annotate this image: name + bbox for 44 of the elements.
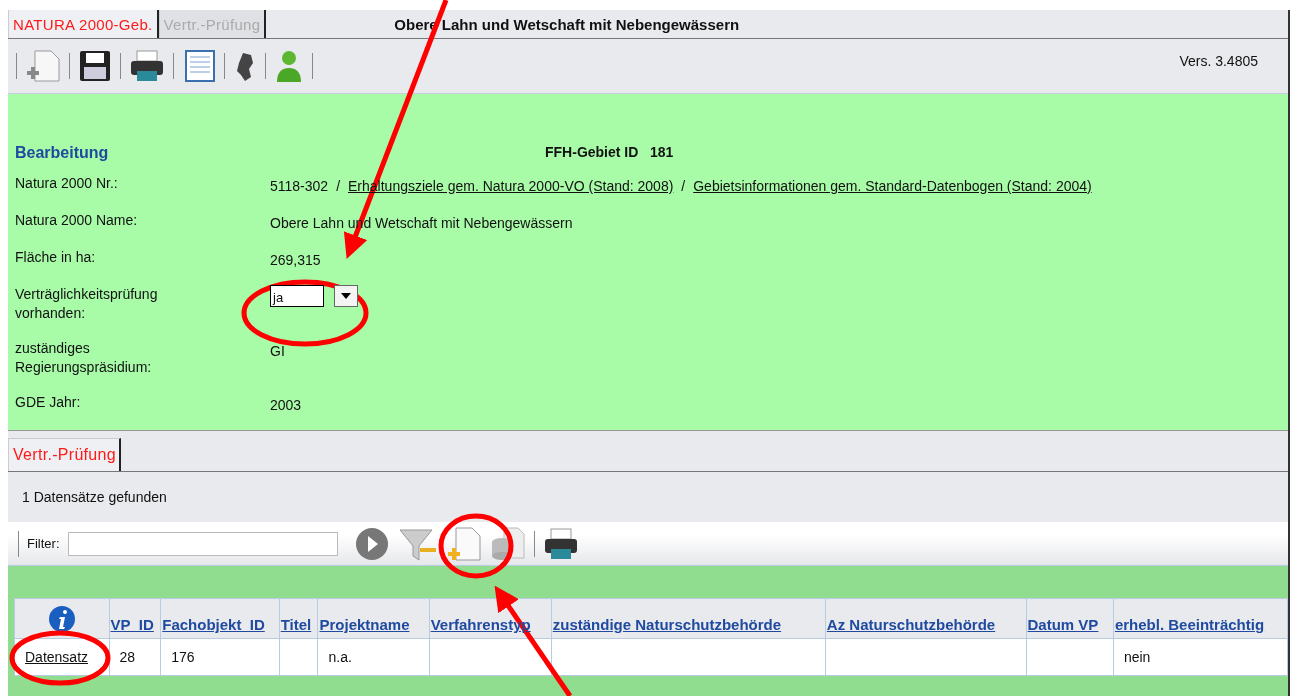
- area-id-heading: FFH-Gebiet ID 181: [545, 144, 674, 162]
- field-label: GDE Jahr:: [15, 393, 82, 412]
- filter-label: Filter:: [27, 536, 60, 551]
- column-header[interactable]: Datum VP: [1026, 598, 1114, 639]
- new-document-icon[interactable]: [25, 49, 61, 83]
- separator: /: [681, 177, 686, 196]
- column-header[interactable]: Az Naturschutzbehörde: [825, 598, 1026, 639]
- field-label: zuständiges Regierungspräsidium:: [15, 339, 153, 377]
- document-link[interactable]: Gebietsinformationen gem. Standard-Datenbogen (Stand: 2004): [693, 177, 1092, 196]
- user-icon[interactable]: [274, 49, 304, 83]
- column-header[interactable]: VP_ID: [109, 598, 161, 639]
- filter-field[interactable]: [67, 531, 338, 556]
- table-cell: 28: [119, 649, 136, 665]
- field-value: 5118-302: [270, 177, 329, 196]
- save-icon[interactable]: [78, 49, 112, 83]
- column-header[interactable]: Titel: [279, 598, 318, 639]
- separator: /: [336, 177, 341, 196]
- table-cell: 176: [171, 649, 195, 665]
- column-header[interactable]: zuständige Naturschutzbehörde: [551, 598, 826, 639]
- field-label: Fläche in ha:: [15, 248, 97, 267]
- field-label: Natura 2000 Nr.:: [15, 174, 119, 193]
- caret-icon: [341, 293, 351, 299]
- column-header[interactable]: erhebl. Beeinträchtig: [1113, 598, 1288, 639]
- printer-icon[interactable]: [542, 526, 579, 561]
- play-icon[interactable]: [353, 525, 390, 562]
- field-label: Verträglichkeitsprüfung vorhanden:: [15, 285, 159, 323]
- field-value: 269,315: [270, 251, 321, 270]
- printer-icon[interactable]: [129, 49, 165, 83]
- field-value: 2003: [270, 396, 302, 415]
- info-icon[interactable]: [47, 604, 76, 633]
- section-title: Bearbeitung: [15, 144, 110, 163]
- version-label: Vers. 3.4805: [1179, 53, 1258, 69]
- new-record-icon[interactable]: [445, 525, 482, 562]
- dropdown-button[interactable]: [334, 285, 358, 307]
- field-value: GI: [270, 342, 285, 361]
- table-cell: nein: [1123, 649, 1151, 665]
- column-header[interactable]: Fachobjekt_ID: [160, 598, 280, 639]
- database-export-icon[interactable]: [489, 525, 526, 562]
- column-header[interactable]: Projektname: [317, 598, 430, 639]
- select-field[interactable]: ja: [270, 285, 324, 307]
- notebook-icon[interactable]: [182, 49, 216, 83]
- table-cell: n.a.: [328, 649, 352, 665]
- result-count: 1 Datensätze gefunden: [21, 488, 168, 507]
- field-label: Natura 2000 Name:: [15, 211, 139, 230]
